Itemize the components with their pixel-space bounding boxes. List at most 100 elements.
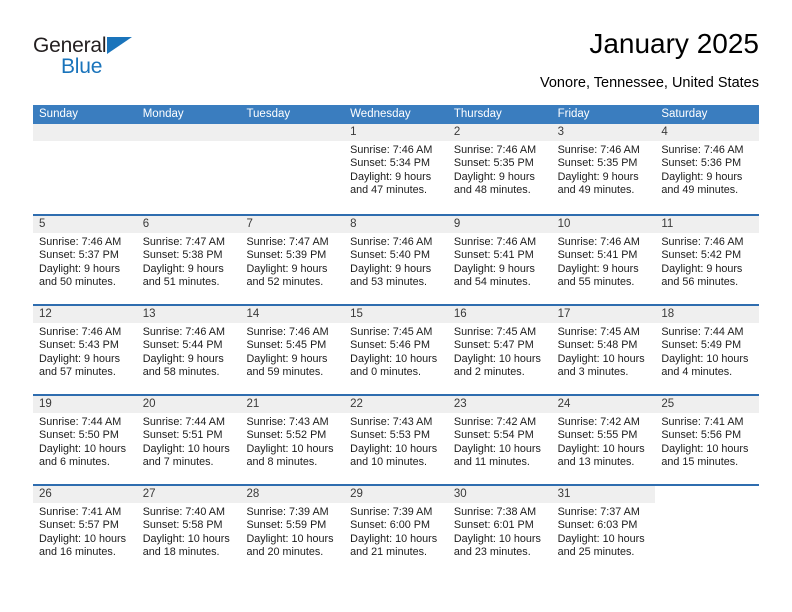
day-info-sunset: Sunset: 6:03 PM [557, 519, 638, 532]
day-number: 20 [136, 396, 241, 413]
day-cell[interactable]: 8 Sunrise: 7:46 AM Sunset: 5:40 PM Daylight… [344, 216, 448, 304]
day-cell[interactable]: 16 Sunrise: 7:45 AM Sunset: 5:47 PM Dayligh… [447, 306, 552, 394]
day-cell[interactable]: 2 Sunrise: 7:46 AM Sunset: 5:35 PM Daylight… [447, 124, 552, 214]
day-cell[interactable]: 30 Sunrise: 7:38 AM Sunset: 6:01 PM Dayligh… [447, 486, 552, 574]
page-header: General Blue January 2025 Vonore, Tennes… [33, 28, 759, 98]
day-info-sunset: Sunset: 5:48 PM [557, 339, 638, 352]
day-sun-info: Sunrise: 7:46 AM Sunset: 5:41 PM Daylight:… [552, 233, 656, 289]
day-info-daylight2: and 4 minutes. [661, 365, 733, 378]
day-cell[interactable]: 7 Sunrise: 7:47 AM Sunset: 5:39 PM Daylight… [240, 216, 345, 304]
day-number: 13 [136, 306, 241, 323]
day-cell[interactable]: 19 Sunrise: 7:44 AM Sunset: 5:50 PM Dayligh… [33, 396, 137, 484]
day-info-daylight2: and 47 minutes. [350, 183, 427, 196]
day-info-daylight1: Daylight: 9 hours [39, 262, 121, 275]
day-info-daylight1: Daylight: 10 hours [39, 532, 127, 545]
day-sun-info: Sunrise: 7:46 AM Sunset: 5:41 PM Daylight:… [448, 233, 552, 289]
day-info-sunset: Sunset: 5:41 PM [453, 249, 534, 262]
day-info-daylight2: and 49 minutes. [661, 183, 739, 196]
day-cell[interactable]: 14 Sunrise: 7:46 AM Sunset: 5:45 PM Dayligh… [240, 306, 345, 394]
day-info-sunrise: Sunrise: 7:46 AM [661, 236, 744, 248]
day-cell[interactable]: 24 Sunrise: 7:42 AM Sunset: 5:55 PM Dayligh… [551, 396, 656, 484]
day-cell[interactable]: 21 Sunrise: 7:43 AM Sunset: 5:52 PM Dayligh… [240, 396, 345, 484]
day-info-daylight1: Daylight: 9 hours [661, 262, 743, 275]
day-info-daylight1: Daylight: 9 hours [246, 352, 328, 365]
day-info-daylight2: and 3 minutes. [557, 365, 629, 378]
day-info-daylight1: Daylight: 10 hours [661, 352, 749, 365]
calendar-week-row: 12 Sunrise: 7:46 AM Sunset: 5:43 PM Dayligh… [33, 304, 760, 394]
day-info-daylight1: Daylight: 9 hours [142, 352, 224, 365]
day-number [240, 124, 345, 141]
day-info-daylight2: and 54 minutes. [453, 275, 531, 288]
day-cell[interactable]: 20 Sunrise: 7:44 AM Sunset: 5:51 PM Dayligh… [136, 396, 241, 484]
day-info-sunset: Sunset: 5:52 PM [246, 429, 327, 442]
day-cell[interactable]: 31 Sunrise: 7:37 AM Sunset: 6:03 PM Dayligh… [551, 486, 656, 574]
day-info-sunrise: Sunrise: 7:45 AM [557, 326, 640, 338]
day-cell[interactable]: 10 Sunrise: 7:46 AM Sunset: 5:41 PM Dayligh… [551, 216, 656, 304]
calendar-week-row: 5 Sunrise: 7:46 AM Sunset: 5:37 PM Daylight… [33, 214, 760, 304]
weekday-header-row: Sunday Monday Tuesday Wednesday Thursday Frid… [33, 105, 759, 124]
day-number: 12 [33, 306, 137, 323]
day-cell[interactable]: 29 Sunrise: 7:39 AM Sunset: 6:00 PM Dayligh… [344, 486, 448, 574]
day-info-sunset: Sunset: 6:01 PM [453, 519, 534, 532]
day-number: 22 [344, 396, 448, 413]
day-info-daylight2: and 50 minutes. [39, 275, 116, 288]
day-number: 5 [33, 216, 137, 233]
day-info-daylight2: and 21 minutes. [350, 545, 427, 558]
day-info-daylight1: Daylight: 10 hours [39, 442, 127, 455]
day-number: 10 [551, 216, 656, 233]
day-info-sunset: Sunset: 5:44 PM [142, 339, 223, 352]
day-sun-info: Sunrise: 7:44 AM Sunset: 5:50 PM Daylight:… [33, 413, 137, 469]
weekday-header-wednesday: Wednesday [350, 108, 411, 120]
day-cell[interactable]: 18 Sunrise: 7:44 AM Sunset: 5:49 PM Dayligh… [655, 306, 760, 394]
day-cell[interactable]: 3 Sunrise: 7:46 AM Sunset: 5:35 PM Daylight… [551, 124, 656, 214]
day-cell[interactable]: 13 Sunrise: 7:46 AM Sunset: 5:44 PM Dayligh… [136, 306, 241, 394]
day-info-daylight1: Daylight: 9 hours [453, 170, 535, 183]
day-cell[interactable]: 28 Sunrise: 7:39 AM Sunset: 5:59 PM Dayligh… [240, 486, 345, 574]
day-info-daylight1: Daylight: 9 hours [453, 262, 535, 275]
day-info-sunrise: Sunrise: 7:43 AM [246, 416, 329, 428]
day-cell[interactable]: 6 Sunrise: 7:47 AM Sunset: 5:38 PM Daylight… [136, 216, 241, 304]
day-cell[interactable]: 23 Sunrise: 7:42 AM Sunset: 5:54 PM Dayligh… [447, 396, 552, 484]
day-cell[interactable]: 26 Sunrise: 7:41 AM Sunset: 5:57 PM Dayligh… [33, 486, 137, 574]
day-sun-info: Sunrise: 7:38 AM Sunset: 6:01 PM Daylight:… [448, 503, 552, 559]
calendar-week-row: 26 Sunrise: 7:41 AM Sunset: 5:57 PM Dayligh… [33, 484, 760, 574]
day-info-daylight1: Daylight: 10 hours [350, 532, 438, 545]
day-info-sunrise: Sunrise: 7:39 AM [246, 506, 329, 518]
day-number: 27 [136, 486, 241, 503]
day-sun-info: Sunrise: 7:45 AM Sunset: 5:47 PM Daylight:… [448, 323, 552, 379]
day-number: 2 [447, 124, 552, 141]
day-cell[interactable]: 15 Sunrise: 7:45 AM Sunset: 5:46 PM Dayligh… [344, 306, 448, 394]
day-cell[interactable]: 22 Sunrise: 7:43 AM Sunset: 5:53 PM Dayligh… [344, 396, 448, 484]
day-info-daylight2: and 23 minutes. [453, 545, 531, 558]
day-info-daylight2: and 49 minutes. [557, 183, 635, 196]
day-cell[interactable]: 25 Sunrise: 7:41 AM Sunset: 5:56 PM Dayligh… [655, 396, 760, 484]
day-info-daylight2: and 16 minutes. [39, 545, 116, 558]
day-info-sunset: Sunset: 5:59 PM [246, 519, 327, 532]
weekday-header-tuesday: Tuesday [246, 108, 291, 120]
day-info-daylight1: Daylight: 10 hours [142, 532, 230, 545]
day-info-sunrise: Sunrise: 7:47 AM [246, 236, 329, 248]
day-sun-info: Sunrise: 7:46 AM Sunset: 5:35 PM Daylight:… [552, 141, 656, 197]
day-cell[interactable]: 4 Sunrise: 7:46 AM Sunset: 5:36 PM Daylight… [655, 124, 760, 214]
day-cell[interactable]: 12 Sunrise: 7:46 AM Sunset: 5:43 PM Dayligh… [33, 306, 137, 394]
day-info-sunset: Sunset: 5:57 PM [39, 519, 119, 532]
day-info-daylight2: and 58 minutes. [142, 365, 220, 378]
day-cell[interactable]: 9 Sunrise: 7:46 AM Sunset: 5:41 PM Daylight… [447, 216, 552, 304]
day-cell[interactable]: 27 Sunrise: 7:40 AM Sunset: 5:58 PM Dayligh… [136, 486, 241, 574]
day-cell[interactable]: 17 Sunrise: 7:45 AM Sunset: 5:48 PM Dayligh… [551, 306, 656, 394]
day-cell-empty [655, 486, 760, 574]
day-cell[interactable]: 5 Sunrise: 7:46 AM Sunset: 5:37 PM Daylight… [33, 216, 137, 304]
day-info-daylight2: and 55 minutes. [557, 275, 635, 288]
day-info-daylight1: Daylight: 10 hours [142, 442, 230, 455]
day-number: 3 [551, 124, 656, 141]
day-number: 17 [551, 306, 656, 323]
day-info-sunset: Sunset: 6:00 PM [350, 519, 430, 532]
day-info-daylight2: and 52 minutes. [246, 275, 324, 288]
day-info-daylight1: Daylight: 10 hours [246, 532, 334, 545]
day-cell[interactable]: 1 Sunrise: 7:46 AM Sunset: 5:34 PM Daylight… [344, 124, 448, 214]
day-cell[interactable]: 11 Sunrise: 7:46 AM Sunset: 5:42 PM Dayligh… [655, 216, 760, 304]
day-number: 9 [447, 216, 552, 233]
day-info-sunrise: Sunrise: 7:44 AM [661, 326, 744, 338]
day-info-daylight2: and 6 minutes. [39, 455, 110, 468]
day-number: 1 [344, 124, 448, 141]
